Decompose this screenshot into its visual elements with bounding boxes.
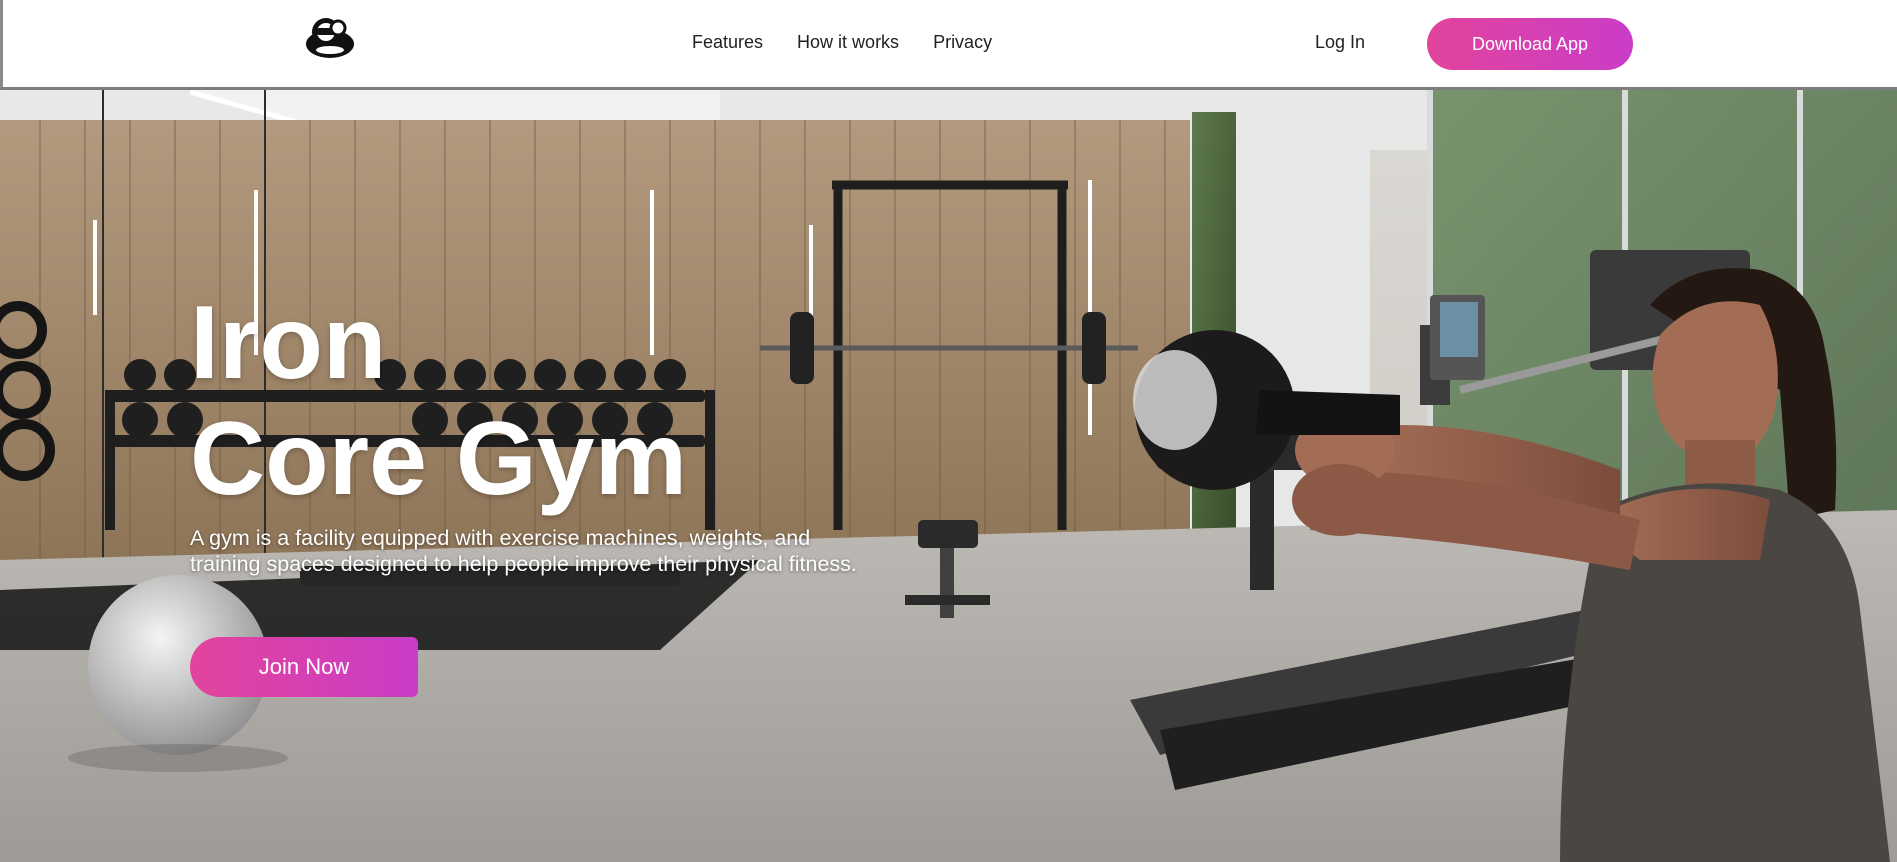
primary-nav: Features How it works Privacy — [692, 32, 1026, 53]
join-now-button[interactable]: Join Now — [190, 637, 418, 697]
nav-link-features[interactable]: Features — [692, 32, 763, 53]
nav-link-how-it-works[interactable]: How it works — [797, 32, 899, 53]
hero-section: Iron Core Gym A gym is a facility equipp… — [0, 90, 1897, 862]
gym-logo-icon[interactable] — [304, 14, 356, 60]
top-navbar: Features How it works Privacy Log In Dow… — [0, 0, 1897, 90]
hero-description: A gym is a facility equipped with exerci… — [190, 526, 857, 576]
hero-title: Iron Core Gym — [190, 285, 687, 517]
hero-title-line-1: Iron — [190, 285, 387, 401]
download-app-button[interactable]: Download App — [1427, 18, 1633, 70]
hero-title-line-2: Core Gym — [190, 401, 688, 517]
nav-link-privacy[interactable]: Privacy — [933, 32, 992, 53]
login-link[interactable]: Log In — [1315, 32, 1365, 53]
